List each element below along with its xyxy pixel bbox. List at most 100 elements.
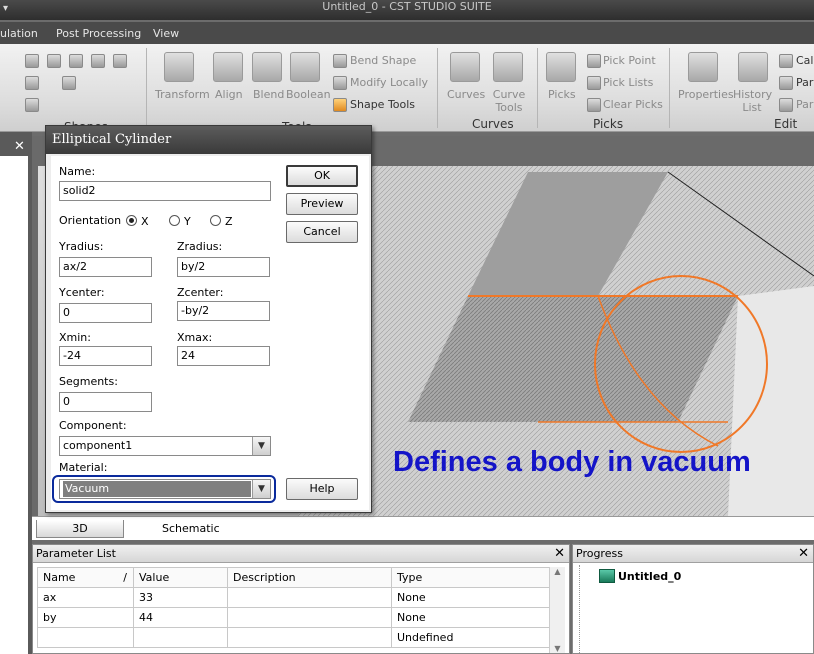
ok-button[interactable]: OK <box>286 165 358 187</box>
segments-field[interactable]: 0 <box>59 392 152 412</box>
cell-description[interactable] <box>227 627 392 648</box>
scroll-up-icon[interactable]: ▲ <box>550 567 565 576</box>
close-icon[interactable]: ✕ <box>14 139 25 154</box>
align-button[interactable]: Align <box>215 88 243 101</box>
sphere-icon[interactable] <box>47 54 61 68</box>
tab-post-processing[interactable]: Post Processing <box>56 27 141 40</box>
column-header-name[interactable]: Name / <box>37 567 134 588</box>
tab-view[interactable]: View <box>153 27 179 40</box>
cancel-button[interactable]: Cancel <box>286 221 358 243</box>
progress-item[interactable]: Untitled_0 <box>618 570 681 583</box>
material-highlight-outline <box>52 475 276 503</box>
boolean-button[interactable]: Boolean <box>286 88 331 101</box>
elliptical-cylinder-dialog: Elliptical Cylinder Name: solid2 Orienta… <box>45 125 372 513</box>
xmax-field[interactable]: 24 <box>177 346 270 366</box>
yradius-field[interactable]: ax/2 <box>59 257 152 277</box>
help-button[interactable]: Help <box>286 478 358 500</box>
cell-type[interactable]: None <box>391 587 551 608</box>
cell-name[interactable] <box>37 627 134 648</box>
rotate-icon[interactable] <box>62 76 76 90</box>
cone-icon[interactable] <box>69 54 83 68</box>
tab-3d[interactable]: 3D <box>36 520 124 538</box>
picks-icon[interactable] <box>546 52 576 82</box>
close-icon[interactable]: ✕ <box>554 545 565 562</box>
cell-value[interactable]: 33 <box>133 587 228 608</box>
parameter-sweep-icon <box>779 98 793 112</box>
preview-button[interactable]: Preview <box>286 193 358 215</box>
table-row[interactable]: Undefined <box>37 627 551 648</box>
dialog-title[interactable]: Elliptical Cylinder <box>46 126 371 154</box>
table-row[interactable]: by 44 None <box>37 607 551 628</box>
torus-icon[interactable] <box>91 54 105 68</box>
zcenter-field[interactable]: -by/2 <box>177 301 270 321</box>
shape-tools-button[interactable]: Shape Tools <box>350 98 415 111</box>
transform-icon[interactable] <box>164 52 194 82</box>
column-header-description[interactable]: Description <box>227 567 392 588</box>
xmin-field[interactable]: -24 <box>59 346 152 366</box>
cell-value[interactable] <box>133 627 228 648</box>
clear-picks-button[interactable]: Clear Picks <box>603 98 663 111</box>
view-tab-bar: 3D Schematic <box>32 516 814 540</box>
calculator-button[interactable]: Calc <box>796 54 814 67</box>
curves-button[interactable]: Curves <box>447 88 485 101</box>
transform-button[interactable]: Transform <box>155 88 210 101</box>
cell-name[interactable]: by <box>37 607 134 628</box>
extrude-icon[interactable] <box>25 76 39 90</box>
curve-tools-button[interactable]: Curve Tools <box>492 88 526 114</box>
vertical-scrollbar[interactable]: ▲ ▼ <box>549 567 565 653</box>
table-header-row: Name / Value Description Type <box>37 567 551 588</box>
curves-icon[interactable] <box>450 52 480 82</box>
system-menu-icon[interactable]: ▾ <box>3 2 8 16</box>
history-list-button[interactable]: History List <box>733 88 772 114</box>
cell-type[interactable]: None <box>391 607 551 628</box>
cell-description[interactable] <box>227 607 392 628</box>
column-header-value[interactable]: Value <box>133 567 228 588</box>
sort-icon[interactable]: / <box>123 571 133 584</box>
history-list-icon[interactable] <box>738 52 768 82</box>
parameter-list-header: Parameter List ✕ <box>33 545 569 563</box>
orientation-y-radio[interactable] <box>169 215 180 226</box>
tab-simulation[interactable]: ulation <box>0 27 38 40</box>
tab-schematic[interactable]: Schematic <box>152 520 230 537</box>
modify-locally-button[interactable]: Modify Locally <box>350 76 428 89</box>
window-title: Untitled_0 - CST STUDIO SUITE <box>322 0 492 13</box>
blend-button[interactable]: Blend <box>253 88 284 101</box>
chevron-down-icon[interactable]: ▼ <box>252 437 270 455</box>
boolean-icon[interactable] <box>290 52 320 82</box>
component-select[interactable]: component1 ▼ <box>59 436 271 456</box>
zradius-field[interactable]: by/2 <box>177 257 270 277</box>
cell-value[interactable]: 44 <box>133 607 228 628</box>
curve-shape-icon[interactable] <box>25 98 39 112</box>
orientation-x-radio[interactable] <box>126 215 137 226</box>
align-icon[interactable] <box>213 52 243 82</box>
cell-type[interactable]: Undefined <box>391 627 551 648</box>
yradius-label: Yradius: <box>59 240 104 253</box>
column-header-type[interactable]: Type <box>391 567 551 588</box>
picks-button[interactable]: Picks <box>548 88 576 101</box>
orientation-z-radio[interactable] <box>210 215 221 226</box>
bend-shape-button[interactable]: Bend Shape <box>350 54 416 67</box>
progress-title: Progress <box>576 547 623 560</box>
parameter-list-title: Parameter List <box>36 547 116 560</box>
pick-point-button[interactable]: Pick Point <box>603 54 656 67</box>
brick-icon[interactable] <box>25 54 39 68</box>
orientation-x-label: X <box>141 215 149 228</box>
parameter-button[interactable]: Par <box>796 76 813 89</box>
cell-name[interactable]: ax <box>37 587 134 608</box>
close-icon[interactable]: ✕ <box>798 545 809 562</box>
navigation-tree-pane[interactable] <box>0 156 28 654</box>
parameter-table: Name / Value Description Type ax 33 None… <box>37 567 551 648</box>
properties-icon[interactable] <box>688 52 718 82</box>
curve-tools-icon[interactable] <box>493 52 523 82</box>
parameter-sweep-button[interactable]: Par <box>796 98 813 111</box>
cell-description[interactable] <box>227 587 392 608</box>
ycenter-field[interactable]: 0 <box>59 303 152 323</box>
name-field[interactable]: solid2 <box>59 181 271 201</box>
scroll-down-icon[interactable]: ▼ <box>550 644 565 653</box>
cylinder-icon[interactable] <box>113 54 127 68</box>
blend-icon[interactable] <box>252 52 282 82</box>
orientation-z-label: Z <box>225 215 233 228</box>
pick-lists-button[interactable]: Pick Lists <box>603 76 653 89</box>
table-row[interactable]: ax 33 None <box>37 587 551 608</box>
properties-button[interactable]: Properties <box>678 88 734 101</box>
